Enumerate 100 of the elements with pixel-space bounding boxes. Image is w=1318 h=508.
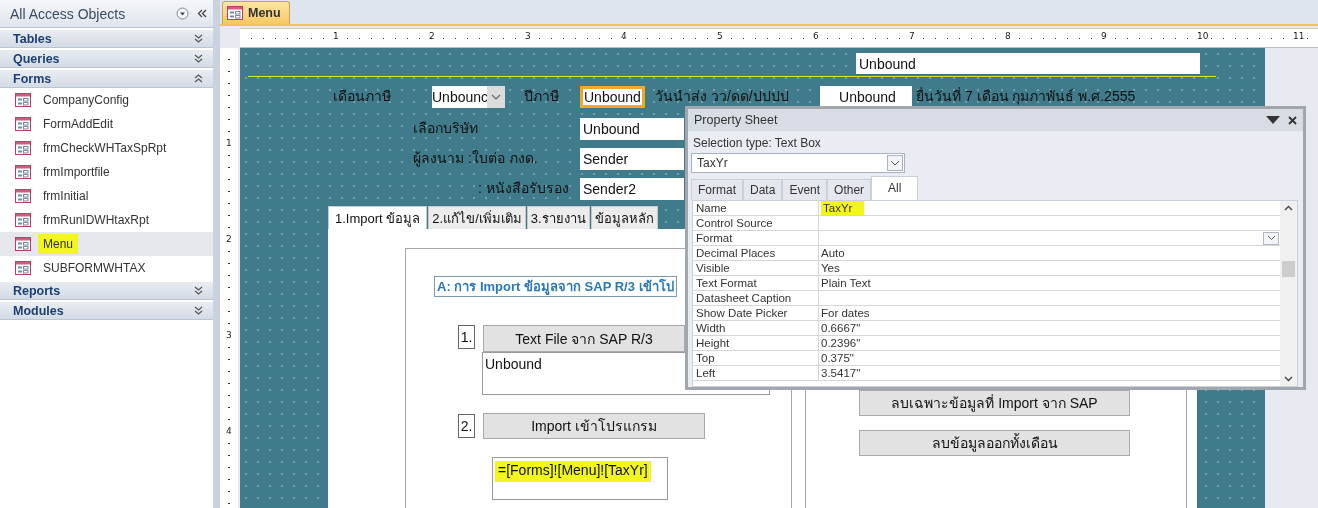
command-button[interactable]: ลบข้อมูลออกทั้งเดือน bbox=[859, 430, 1130, 456]
chevron-down-icon[interactable] bbox=[194, 286, 203, 295]
command-button[interactable]: Import เข้าโปรแกรม bbox=[483, 413, 705, 439]
ruler-number: 1 bbox=[226, 138, 232, 148]
sheet-tab[interactable]: All bbox=[871, 176, 919, 201]
nav-item[interactable]: frmCheckWHTaxSpRpt bbox=[0, 136, 213, 160]
form-label: เลือกบริษัท bbox=[413, 119, 479, 138]
ruler-number: 2 bbox=[429, 31, 435, 41]
combo-box[interactable]: Unbounc bbox=[432, 86, 505, 108]
form-label: : หนังสือรับรอง bbox=[478, 179, 570, 198]
chevron-down-icon[interactable] bbox=[194, 306, 203, 315]
form-label: ผู้ลงนาม :ใบต่อ ภงด. bbox=[413, 149, 539, 169]
text-box[interactable]: Unbound bbox=[580, 118, 684, 140]
property-value[interactable]: 0.6667" bbox=[821, 321, 861, 335]
ruler-number: 3 bbox=[226, 330, 232, 340]
form-icon bbox=[227, 6, 243, 20]
command-button[interactable]: Text File จาก SAP R/3 bbox=[483, 325, 685, 352]
ruler-number: 10 bbox=[1197, 31, 1209, 41]
property-name: Show Date Picker bbox=[693, 306, 819, 320]
form-tab[interactable]: 1.Import ข้อมูล bbox=[328, 206, 428, 229]
ruler-number: 9 bbox=[1101, 31, 1107, 41]
nav-item[interactable]: FormAddEdit bbox=[0, 112, 213, 136]
collapse-icon[interactable] bbox=[197, 9, 207, 18]
scroll-up-icon[interactable] bbox=[1284, 205, 1293, 211]
document-tab[interactable]: Menu bbox=[222, 1, 290, 24]
ruler-number: 4 bbox=[226, 426, 232, 436]
property-value[interactable]: Yes bbox=[821, 261, 840, 275]
text-box[interactable]: Sender2 bbox=[580, 178, 684, 200]
form-icon bbox=[15, 117, 31, 131]
chevron-up-icon[interactable] bbox=[194, 74, 203, 83]
command-button[interactable]: ลบเฉพาะข้อมูลที่ Import จาก SAP bbox=[859, 390, 1130, 416]
form-label: เดือนภาษี bbox=[333, 87, 392, 106]
nav-group-header[interactable]: Queries bbox=[0, 49, 213, 68]
sheet-tab[interactable]: Other bbox=[827, 179, 872, 200]
property-name: Format bbox=[693, 231, 819, 245]
nav-item[interactable]: Menu bbox=[0, 232, 213, 256]
ruler-number: 4 bbox=[621, 31, 627, 41]
ruler-number: 8 bbox=[1005, 31, 1011, 41]
dropdown-button[interactable] bbox=[1263, 231, 1279, 245]
nav-group-header[interactable]: Tables bbox=[0, 29, 213, 48]
property-value[interactable]: TaxYr bbox=[821, 201, 865, 215]
section-heading: A: การ Import ข้อมูลจาก SAP R/3 เข้าโป bbox=[434, 276, 677, 297]
nav-item[interactable]: frmImportfile bbox=[0, 160, 213, 184]
property-value[interactable]: 0.375" bbox=[821, 351, 854, 365]
form-icon bbox=[15, 93, 31, 107]
ruler-number: 2 bbox=[226, 234, 232, 244]
ruler-number: 3 bbox=[525, 31, 531, 41]
chevron-down-icon[interactable] bbox=[194, 34, 203, 43]
step-number: 2. bbox=[458, 414, 475, 438]
form-icon bbox=[15, 237, 31, 251]
property-name: Name bbox=[693, 201, 819, 215]
property-value[interactable]: Auto bbox=[821, 246, 845, 260]
step-number: 1. bbox=[458, 325, 475, 349]
property-name: Control Source bbox=[693, 216, 819, 230]
form-icon bbox=[15, 189, 31, 203]
panel-title: Property Sheet bbox=[694, 113, 779, 127]
property-name: Height bbox=[693, 336, 819, 350]
property-name: Text Format bbox=[693, 276, 819, 290]
form-tab[interactable]: ข้อมูลหลัก bbox=[590, 206, 658, 229]
sheet-tab[interactable]: Format bbox=[691, 179, 743, 200]
text-box[interactable]: Unbound bbox=[580, 86, 645, 108]
scrollbar[interactable] bbox=[1280, 201, 1297, 386]
close-icon[interactable] bbox=[1288, 115, 1297, 125]
object-combo-box[interactable]: TaxYr bbox=[691, 153, 905, 173]
property-value[interactable]: 0.2396" bbox=[821, 336, 861, 350]
ruler-number: 1 bbox=[333, 31, 339, 41]
nav-item[interactable]: SUBFORMWHTAX bbox=[0, 256, 213, 280]
property-name: Width bbox=[693, 321, 819, 335]
scroll-thumb[interactable] bbox=[1282, 260, 1295, 277]
text-box[interactable]: =[Forms]![Menu]![TaxYr] bbox=[492, 457, 668, 500]
property-name: Decimal Places bbox=[693, 246, 819, 260]
form-tab[interactable]: 3.รายงาน bbox=[526, 206, 590, 229]
text-box[interactable]: Unbound bbox=[820, 86, 912, 108]
nav-item[interactable]: frmInitial bbox=[0, 184, 213, 208]
form-icon bbox=[15, 141, 31, 155]
scroll-down-icon[interactable] bbox=[1284, 376, 1293, 382]
nav-item[interactable]: CompanyConfig bbox=[0, 88, 213, 112]
property-value[interactable]: Plain Text bbox=[821, 276, 871, 290]
nav-group-header[interactable]: Modules bbox=[0, 301, 213, 320]
text-box[interactable]: Unbound bbox=[856, 53, 1200, 74]
form-label: ยื่นวันที่ 7 เดือน กุมภาพันธ์ พ.ศ.2555 bbox=[916, 86, 1137, 107]
text-box[interactable]: Sender bbox=[580, 148, 684, 170]
nav-item[interactable]: frmRunIDWHtaxRpt bbox=[0, 208, 213, 232]
sheet-tab[interactable]: Event bbox=[782, 179, 828, 200]
dropdown-icon[interactable] bbox=[1266, 116, 1280, 124]
form-icon bbox=[15, 213, 31, 227]
caret-icon bbox=[1266, 235, 1276, 241]
ruler-number: 6 bbox=[813, 31, 819, 41]
property-value[interactable]: 3.5417" bbox=[821, 366, 861, 380]
nav-group-header[interactable]: Reports bbox=[0, 281, 213, 300]
chevron-down-icon[interactable] bbox=[194, 54, 203, 63]
sheet-tab[interactable]: Data bbox=[743, 179, 783, 200]
dropdown-icon[interactable] bbox=[176, 7, 189, 20]
form-tab[interactable]: 2.แก้ไข/เพิ่มเติม bbox=[428, 206, 526, 229]
property-name: Visible bbox=[693, 261, 819, 275]
property-value[interactable]: For dates bbox=[821, 306, 870, 320]
ruler-number: 11 bbox=[1293, 31, 1305, 41]
nav-group-header[interactable]: Forms bbox=[0, 69, 213, 88]
ruler-number: 7 bbox=[909, 31, 915, 41]
form-icon bbox=[15, 261, 31, 275]
